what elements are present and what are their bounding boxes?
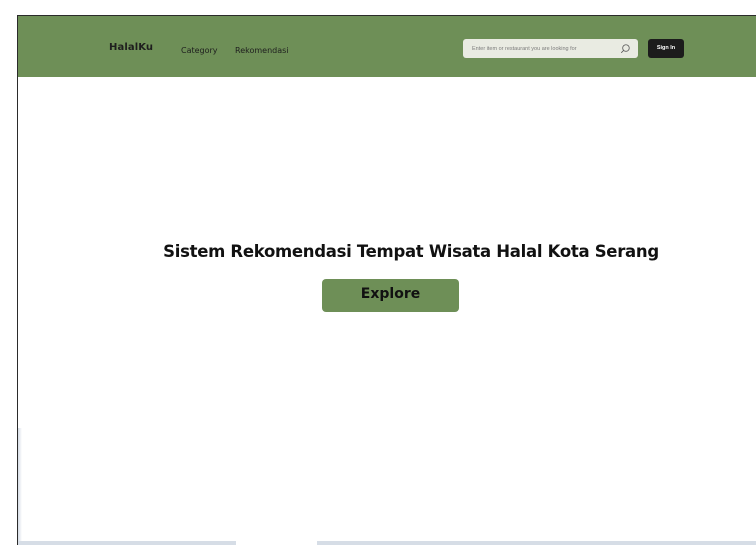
frame-shadow-bottom xyxy=(18,541,236,545)
nav-link-category[interactable]: Category xyxy=(181,46,218,55)
search-input[interactable] xyxy=(472,39,612,58)
frame-shadow-bottom xyxy=(317,541,756,545)
sign-in-button[interactable]: Sign In xyxy=(648,39,684,58)
frame-shadow-left xyxy=(18,428,22,545)
page: HalalKu Category Rekomendasi Sign In Sis… xyxy=(0,0,756,545)
app-frame: HalalKu Category Rekomendasi Sign In Sis… xyxy=(17,15,756,545)
brand-logo[interactable]: HalalKu xyxy=(109,42,153,53)
search-bar xyxy=(463,39,638,58)
nav-link-rekomendasi[interactable]: Rekomendasi xyxy=(235,46,289,55)
search-icon[interactable] xyxy=(620,43,631,54)
hero-title: Sistem Rekomendasi Tempat Wisata Halal K… xyxy=(163,242,659,261)
navbar: HalalKu Category Rekomendasi Sign In xyxy=(18,16,756,77)
explore-button[interactable]: Explore xyxy=(322,279,459,312)
